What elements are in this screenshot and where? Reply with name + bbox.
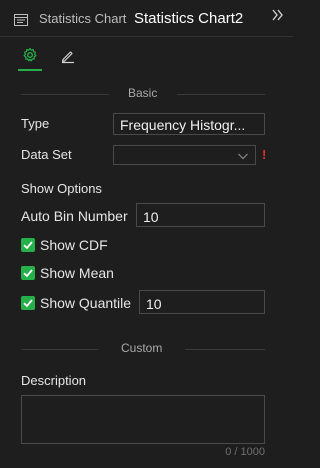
tab-settings[interactable] — [22, 47, 38, 63]
show-mean-label[interactable]: Show Mean — [40, 265, 114, 281]
component-name[interactable]: Statistics Chart2 — [134, 10, 243, 27]
checkmark-icon — [23, 299, 33, 308]
chevron-down-icon — [237, 149, 249, 161]
description-textarea[interactable] — [21, 395, 265, 444]
data-set-select[interactable] — [113, 145, 256, 165]
active-tab-indicator — [18, 69, 42, 71]
checkmark-icon — [23, 241, 33, 250]
description-label: Description — [21, 373, 87, 388]
chart-panel-icon — [14, 13, 28, 26]
header-divider — [0, 36, 293, 37]
tab-edit[interactable] — [60, 48, 76, 64]
character-counter: 0 / 1000 — [225, 446, 265, 458]
auto-bin-number-input[interactable]: 10 — [136, 203, 265, 227]
pencil-icon — [62, 51, 74, 64]
type-select[interactable]: Frequency Histogr... — [113, 113, 265, 135]
section-custom-header: Custom — [21, 341, 265, 357]
show-mean-checkbox[interactable] — [21, 266, 35, 280]
data-set-label: Data Set — [21, 147, 72, 162]
show-cdf-checkbox[interactable] — [21, 238, 35, 252]
show-options-label: Show Options — [21, 181, 102, 196]
double-chevron-right-icon[interactable] — [272, 8, 284, 27]
section-basic-header: Basic — [21, 86, 265, 102]
auto-bin-number-label: Auto Bin Number — [21, 208, 128, 224]
show-quantile-label[interactable]: Show Quantile — [40, 295, 131, 311]
section-basic-title: Basic — [128, 86, 158, 100]
quantile-value: 10 — [146, 296, 162, 312]
auto-bin-number-value: 10 — [143, 209, 159, 225]
checkmark-icon — [23, 269, 33, 278]
section-custom-title: Custom — [121, 341, 163, 355]
type-label: Type — [21, 116, 50, 131]
required-indicator: ! — [262, 147, 267, 162]
show-quantile-checkbox[interactable] — [21, 296, 35, 310]
quantile-input[interactable]: 10 — [139, 290, 265, 314]
show-cdf-label[interactable]: Show CDF — [40, 237, 108, 253]
component-type-label: Statistics Chart — [39, 11, 127, 26]
type-select-value: Frequency Histogr... — [120, 117, 246, 133]
gear-icon — [23, 47, 37, 62]
